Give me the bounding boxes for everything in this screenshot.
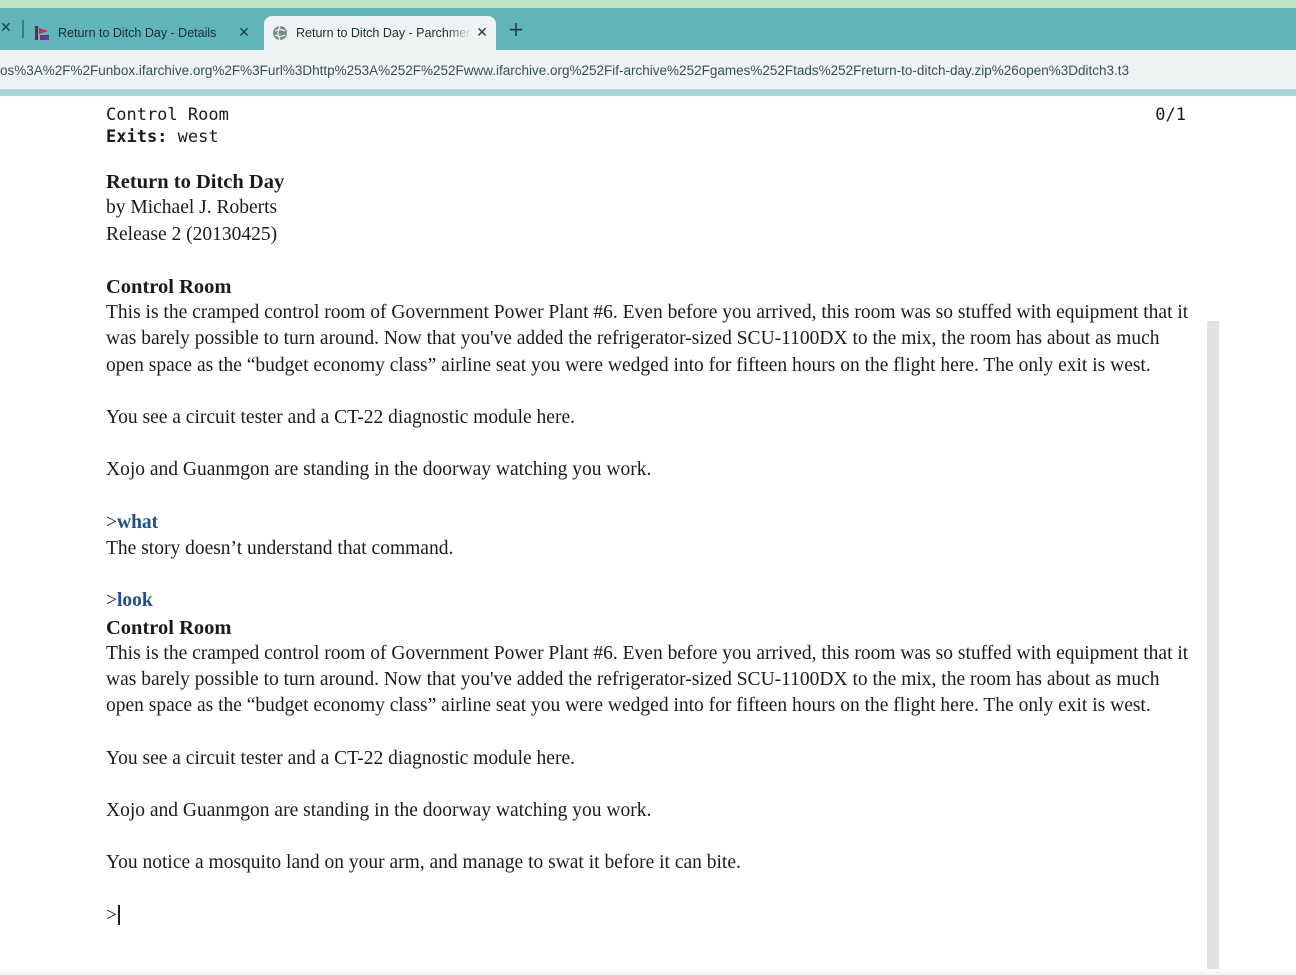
room-name: Control Room [106, 275, 232, 298]
room-description: This is the cramped control room of Gove… [106, 302, 1189, 376]
command-input[interactable]: > [106, 903, 1196, 929]
close-tab-icon[interactable]: ✕ [234, 25, 254, 41]
url-text[interactable]: os%3A%2F%2Funbox.ifarchive.org%2F%3Furl%… [0, 63, 1129, 78]
text-cursor [118, 904, 120, 925]
prompt-symbol: > [106, 511, 117, 533]
status-location: Control Room [106, 105, 229, 125]
game-title: Return to Ditch Day [106, 171, 285, 193]
objects-line: You see a circuit tester and a CT-22 dia… [106, 407, 575, 429]
game-author: by Michael J. Roberts [106, 197, 278, 219]
globe-icon [273, 25, 287, 41]
new-tab-button[interactable]: + [505, 16, 527, 42]
close-icon[interactable]: ✕ [0, 20, 12, 36]
event-line: You notice a mosquito land on your arm, … [106, 852, 741, 874]
address-bar-underline [0, 89, 1296, 96]
tab-details[interactable]: Return to Ditch Day - Details ✕ [30, 16, 258, 50]
command-text: what [117, 511, 159, 533]
prompt-symbol: > [106, 590, 117, 612]
status-line: Control Room 0/1 Exits: west [106, 104, 1186, 148]
room-name: Control Room [106, 616, 232, 639]
tab-separator [22, 20, 24, 38]
close-tab-icon[interactable]: ✕ [472, 25, 492, 41]
command-line: >what [106, 510, 1196, 536]
scrollbar[interactable] [1207, 321, 1219, 975]
objects-line: You see a circuit tester and a CT-22 dia… [106, 747, 575, 769]
tab-label: Return to Ditch Day - Details [58, 26, 217, 40]
game-transcript: Return to Ditch Day by Michael J. Robert… [106, 169, 1196, 929]
tab-parchment[interactable]: Return to Ditch Day - Parchment ✕ [264, 16, 496, 50]
response-line: The story doesn’t understand that comman… [106, 537, 454, 559]
exits-value: west [167, 127, 219, 147]
game-release: Release 2 (20130425) [106, 223, 278, 245]
address-bar[interactable]: os%3A%2F%2Funbox.ifarchive.org%2F%3Furl%… [0, 50, 1296, 91]
npcs-line: Xojo and Guanmgon are standing in the do… [106, 800, 652, 822]
npcs-line: Xojo and Guanmgon are standing in the do… [106, 459, 652, 481]
input-prompt: > [106, 904, 117, 926]
ifdb-favicon-icon [35, 26, 49, 40]
tab-label: Return to Ditch Day - Parchment [296, 26, 472, 40]
tab-bar: ✕ Return to Ditch Day - Details ✕ Return… [0, 8, 1296, 50]
bottom-edge [0, 969, 1296, 975]
command-line: >look [106, 588, 1196, 614]
command-text: look [117, 590, 153, 612]
exits-label: Exits: [106, 127, 168, 147]
status-exits: Exits: west [106, 126, 1186, 148]
status-score: 0/1 [1155, 105, 1186, 125]
room-description: This is the cramped control room of Gove… [106, 642, 1189, 717]
